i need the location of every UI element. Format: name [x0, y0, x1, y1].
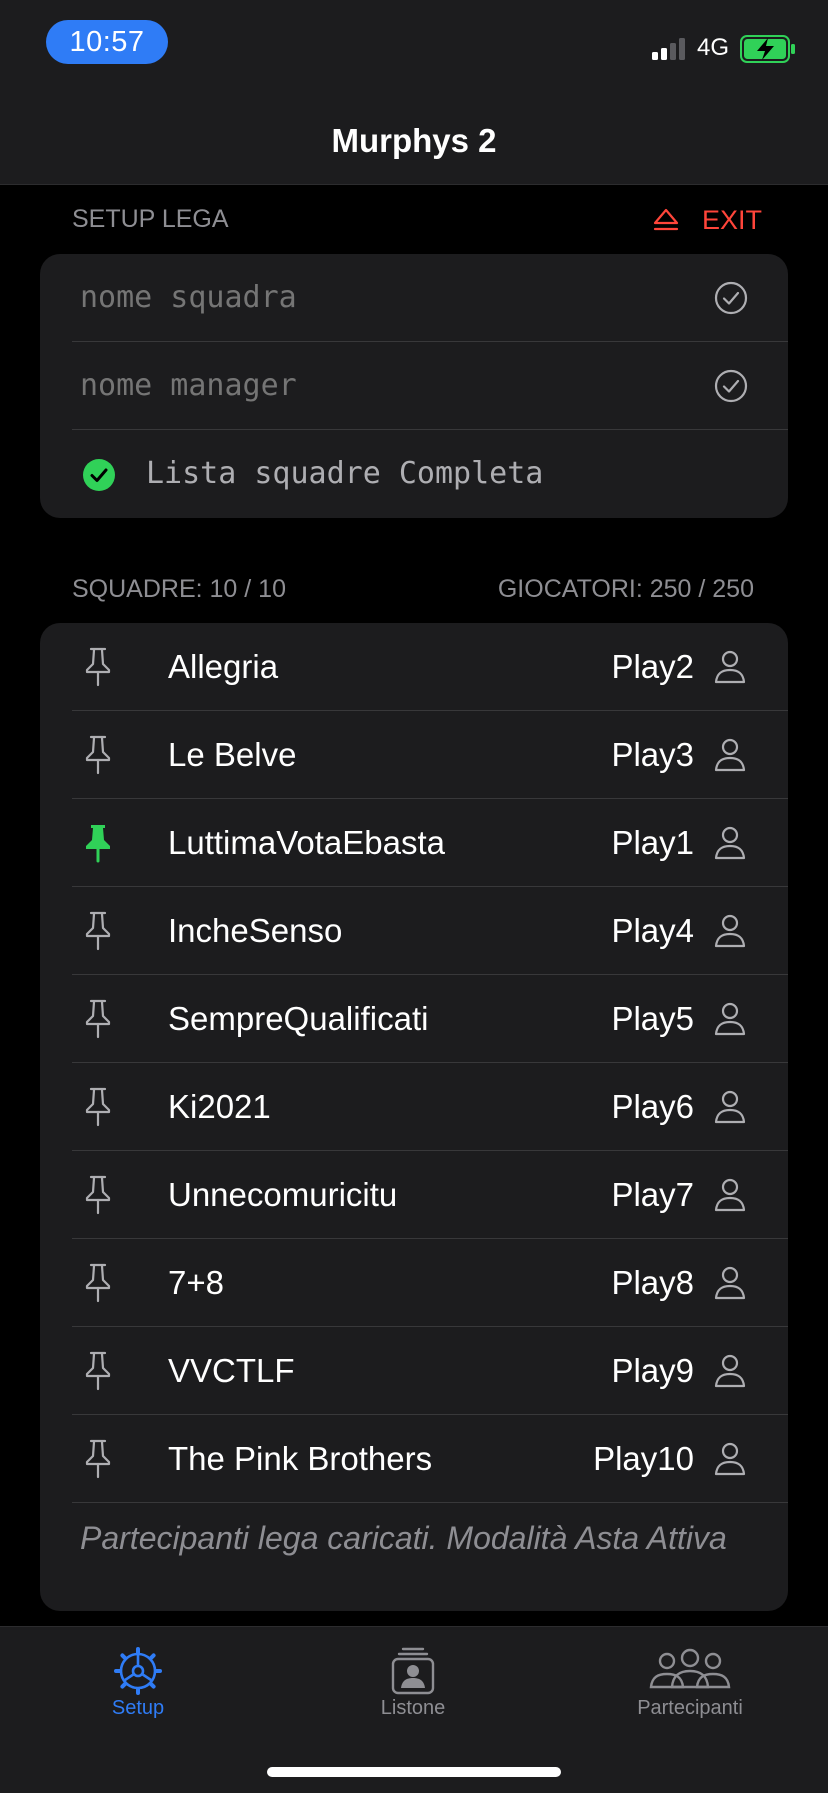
pin-icon[interactable]	[84, 1263, 112, 1303]
people-icon	[649, 1648, 731, 1689]
team-name: Le Belve	[168, 736, 297, 773]
team-manager: Play2	[611, 648, 694, 685]
team-name: Allegria	[168, 648, 279, 685]
team-row[interactable]: SempreQualificati Play5	[40, 975, 788, 1063]
pin-icon[interactable]	[84, 735, 112, 775]
tab-setup[interactable]: Setup	[38, 1627, 238, 1720]
manager-name-input[interactable]	[80, 342, 680, 430]
pin-icon[interactable]	[84, 1439, 112, 1479]
person-icon[interactable]	[714, 1266, 746, 1300]
network-type: 4G	[697, 34, 730, 61]
person-icon[interactable]	[714, 1442, 746, 1476]
team-name-row	[40, 254, 788, 342]
person-icon[interactable]	[714, 1002, 746, 1036]
exit-button[interactable]: EXIT	[652, 203, 762, 237]
cellular-signal-icon	[652, 38, 685, 60]
divider	[72, 1502, 788, 1503]
team-manager: Play6	[611, 1088, 694, 1125]
team-name: VVCTLF	[168, 1352, 295, 1389]
exit-label: EXIT	[702, 204, 763, 235]
person-icon[interactable]	[714, 1354, 746, 1388]
person-icon[interactable]	[714, 738, 746, 772]
pin-icon[interactable]	[84, 1175, 112, 1215]
setup-card: Lista squadre Completa	[40, 254, 788, 518]
tab-partecipanti-label: Partecipanti	[637, 1697, 743, 1719]
team-manager: Play3	[611, 736, 694, 773]
teams-count: SQUADRE: 10 / 10	[72, 575, 286, 603]
pin-fill-icon[interactable]	[84, 823, 112, 863]
person-icon[interactable]	[714, 826, 746, 860]
team-name: SempreQualificati	[168, 1000, 429, 1037]
team-manager: Play5	[611, 1000, 694, 1037]
tab-listone-label: Listone	[380, 1697, 446, 1719]
team-manager: Play1	[611, 824, 694, 861]
tab-partecipanti[interactable]: Partecipanti	[590, 1627, 790, 1720]
team-row[interactable]: Le Belve Play3	[40, 711, 788, 799]
confirm-manager-name-icon[interactable]	[714, 369, 748, 403]
auction-status-note: Partecipanti lega caricati. Modalità Ast…	[80, 1520, 727, 1556]
team-name: Unnecomuricitu	[168, 1176, 398, 1213]
team-name: IncheSenso	[168, 912, 343, 949]
pin-icon[interactable]	[84, 1087, 112, 1127]
home-indicator	[267, 1767, 561, 1777]
status-bar: 10:57 4G	[0, 0, 828, 90]
pin-icon[interactable]	[84, 999, 112, 1039]
gear-icon	[114, 1647, 162, 1695]
team-list: Allegria Play2 Le Belve Play3 LuttimaVotaEba…	[40, 623, 788, 1503]
setup-section-header: SETUP LEGA	[72, 205, 229, 233]
navigation-bar: Murphys 2	[0, 90, 828, 185]
list-icon	[391, 1647, 435, 1695]
eject-icon	[653, 208, 679, 231]
pin-icon[interactable]	[84, 647, 112, 687]
battery-charging-icon	[740, 35, 795, 63]
team-manager: Play8	[611, 1264, 694, 1301]
team-row[interactable]: Unnecomuricitu Play7	[40, 1151, 788, 1239]
team-row[interactable]: Ki2021 Play6	[40, 1063, 788, 1151]
person-icon[interactable]	[714, 914, 746, 948]
team-manager: Play4	[611, 912, 694, 949]
status-time[interactable]: 10:57	[46, 20, 168, 64]
team-row[interactable]: VVCTLF Play9	[40, 1327, 788, 1415]
team-row[interactable]: LuttimaVotaEbasta Play1	[40, 799, 788, 887]
team-row[interactable]: The Pink Brothers Play10	[40, 1415, 788, 1503]
teams-card: Allegria Play2 Le Belve Play3 LuttimaVotaEba…	[40, 623, 788, 1611]
team-manager: Play7	[611, 1176, 694, 1213]
pin-icon[interactable]	[84, 1351, 112, 1391]
tab-setup-label: Setup	[111, 1697, 165, 1719]
team-manager: Play10	[593, 1440, 694, 1477]
team-name: LuttimaVotaEbasta	[168, 824, 446, 861]
team-name: 7+8	[168, 1264, 224, 1301]
checkmark-circle-fill-icon	[83, 459, 115, 491]
team-row[interactable]: Allegria Play2	[40, 623, 788, 711]
players-count: GIOCATORI: 250 / 250	[497, 575, 754, 603]
person-icon[interactable]	[714, 650, 746, 684]
manager-name-row	[40, 342, 788, 430]
teams-complete-row: Lista squadre Completa	[40, 430, 788, 518]
team-name: The Pink Brothers	[168, 1440, 433, 1477]
tab-listone[interactable]: Listone	[313, 1627, 513, 1720]
page-title: Murphys 2	[331, 122, 497, 159]
pin-icon[interactable]	[84, 911, 112, 951]
team-name: Ki2021	[168, 1088, 271, 1125]
team-name-input[interactable]	[80, 254, 680, 342]
person-icon[interactable]	[714, 1090, 746, 1124]
team-row[interactable]: 7+8 Play8	[40, 1239, 788, 1327]
confirm-team-name-icon[interactable]	[714, 281, 748, 315]
teams-complete-label: Lista squadre Completa	[146, 456, 544, 491]
team-manager: Play9	[611, 1352, 694, 1389]
person-icon[interactable]	[714, 1178, 746, 1212]
team-row[interactable]: IncheSenso Play4	[40, 887, 788, 975]
